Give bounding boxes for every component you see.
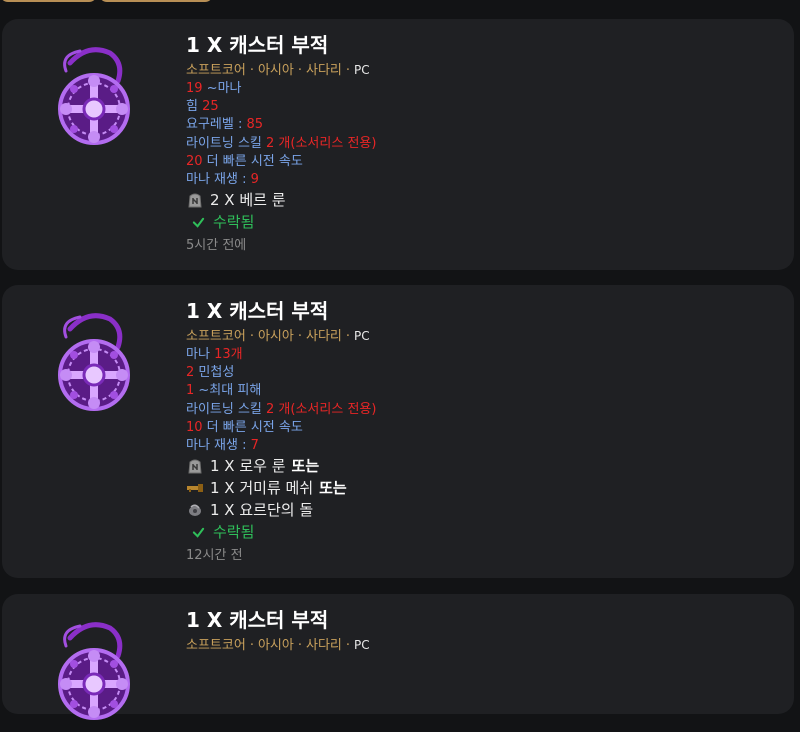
wanted-item[interactable]: 2 X 베르 룬 [186, 189, 784, 211]
item-stat: 20 더 빠른 시전 속도 [186, 153, 784, 171]
item-stat-text: 19 [186, 81, 203, 96]
or-label: 또는 [291, 457, 320, 476]
item-stat-text: 마나 재생 : [186, 171, 251, 187]
tag-separator: · [345, 63, 351, 78]
item-stat-text: ~마나 [202, 81, 242, 96]
status-badge: 수락됨 [186, 521, 784, 543]
item-title[interactable]: 1 X 캐스터 부적 [186, 297, 784, 325]
listing-info: 1 X 캐스터 부적 소프트코어 · 아시아 · 사다리 · PC 마나 13개 2 민첩성 1 ~… [186, 297, 784, 567]
tag-label: 소프트코어 [186, 638, 246, 653]
check-icon [192, 217, 205, 228]
tag-separator: · [249, 63, 254, 78]
timestamp: 12시간 전 [186, 548, 243, 564]
status-label: 수락됨 [213, 213, 255, 232]
item-stat-text: ~최대 피해 [194, 383, 262, 399]
item-stat: 라이트닝 스킬 2 개(소서리스 전용) [186, 401, 784, 419]
listing-info: 1 X 캐스터 부적 소프트코어 · 아시아 · 사다리 · PC 19 ~마나 힘 25 요구레벨… [186, 31, 784, 257]
status-badge: 수락됨 [186, 211, 784, 233]
platform-label: PC [354, 63, 370, 77]
item-stat-text: 20 [186, 153, 203, 169]
listing-tags: 소프트코어 · 아시아 · 사다리 · PC [186, 60, 784, 80]
item-stat: 요구레벨 : 85 [186, 116, 784, 134]
listing-card[interactable]: 1 X 캐스터 부적 소프트코어 · 아시아 · 사다리 · PC 19 ~마나 힘 25 요구레벨… [2, 19, 794, 270]
wanted-item[interactable]: 1 X 로우 룬 또는 [186, 455, 784, 477]
item-image-amulet[interactable] [40, 41, 152, 153]
timestamp: 5시간 전에 [186, 238, 247, 254]
item-stat-text: 85 [246, 117, 264, 133]
item-stat-text: 7 [250, 437, 259, 453]
item-stat: 마나 재생 : 7 [186, 437, 784, 455]
item-image-amulet[interactable] [40, 307, 152, 419]
item-stat: 힘 25 [186, 98, 784, 116]
item-stat-text: 마나 [186, 347, 215, 362]
listing-tags: 소프트코어 · 아시아 · 사다리 · PC [186, 635, 784, 655]
tag-separator: · [297, 63, 302, 78]
tag-label: 사다리 [305, 638, 342, 653]
item-image-amulet[interactable] [40, 616, 152, 728]
item-stat-text: 라이트닝 스킬 [186, 135, 267, 151]
listing-card[interactable]: 1 X 캐스터 부적 소프트코어 · 아시아 · 사다리 · PC 마나 13개 2 민첩성 1 ~… [2, 285, 794, 578]
tab-filter[interactable] [99, 0, 213, 2]
item-stat-text: 2 개(소서리스 전용) [266, 401, 377, 417]
item-stat-text: 마나 재생 : [186, 437, 251, 453]
tag-label: 사다리 [305, 63, 342, 78]
item-stat: 2 민첩성 [186, 364, 784, 382]
rune-icon [186, 191, 204, 209]
item-stat-text: 13개 [214, 347, 243, 362]
item-stat-text: 더 빠른 시전 속도 [202, 419, 303, 435]
item-title[interactable]: 1 X 캐스터 부적 [186, 31, 784, 59]
key-icon [186, 479, 204, 497]
tag-label: 아시아 [257, 638, 294, 653]
tag-label: 사다리 [305, 329, 342, 344]
wanted-item[interactable]: 1 X 거미류 메쉬 또는 [186, 477, 784, 499]
item-stat-text: 요구레벨 : [186, 117, 247, 133]
tag-label: 아시아 [257, 329, 294, 344]
item-stat-text: 9 [250, 171, 259, 187]
item-stat: 라이트닝 스킬 2 개(소서리스 전용) [186, 135, 784, 153]
status-label: 수락됨 [213, 523, 255, 542]
platform-label: PC [354, 638, 370, 652]
wanted-item-label: 1 X 로우 룬 [210, 457, 286, 476]
item-stat-text: 2 개(소서리스 전용) [266, 135, 377, 151]
item-stat: 19 ~마나 [186, 80, 784, 98]
tag-separator: · [297, 329, 302, 344]
rune-icon [186, 457, 204, 475]
or-label: 또는 [319, 479, 347, 498]
tag-separator: · [249, 329, 254, 344]
listing-card[interactable]: 1 X 캐스터 부적 소프트코어 · 아시아 · 사다리 · PC [2, 594, 794, 720]
tag-label: 소프트코어 [186, 329, 246, 344]
item-stat-text: 10 [186, 419, 203, 435]
item-stat: 마나 13개 [186, 346, 784, 364]
item-stat: 1 ~최대 피해 [186, 382, 784, 400]
wanted-item-label: 1 X 거미류 메쉬 [210, 479, 314, 498]
wanted-item-label: 1 X 요르단의 돌 [210, 501, 314, 520]
item-stat: 10 더 빠른 시전 속도 [186, 419, 784, 437]
tag-separator: · [249, 638, 254, 653]
wanted-item[interactable]: 1 X 요르단의 돌 [186, 499, 784, 521]
item-stat-text: 25 [202, 99, 219, 115]
tag-separator: · [345, 329, 351, 344]
wanted-item-label: 2 X 베르 룬 [210, 191, 286, 210]
item-stat-text: 민첩성 [194, 365, 235, 381]
listing-tags: 소프트코어 · 아시아 · 사다리 · PC [186, 326, 784, 346]
item-title[interactable]: 1 X 캐스터 부적 [186, 606, 784, 634]
tag-label: 소프트코어 [186, 63, 246, 78]
tag-label: 아시아 [257, 63, 294, 78]
item-stat-text: 더 빠른 시전 속도 [202, 153, 303, 169]
platform-label: PC [354, 329, 370, 343]
item-stat: 마나 재생 : 9 [186, 171, 784, 189]
tag-separator: · [297, 638, 302, 653]
tab-filter-active[interactable] [0, 0, 97, 2]
item-stat-text: 힘 [186, 99, 203, 115]
stone-icon [186, 501, 204, 519]
listing-info: 1 X 캐스터 부적 소프트코어 · 아시아 · 사다리 · PC [186, 606, 784, 655]
tag-separator: · [345, 638, 351, 653]
item-stat-text: 라이트닝 스킬 [186, 401, 267, 417]
check-icon [192, 527, 205, 538]
